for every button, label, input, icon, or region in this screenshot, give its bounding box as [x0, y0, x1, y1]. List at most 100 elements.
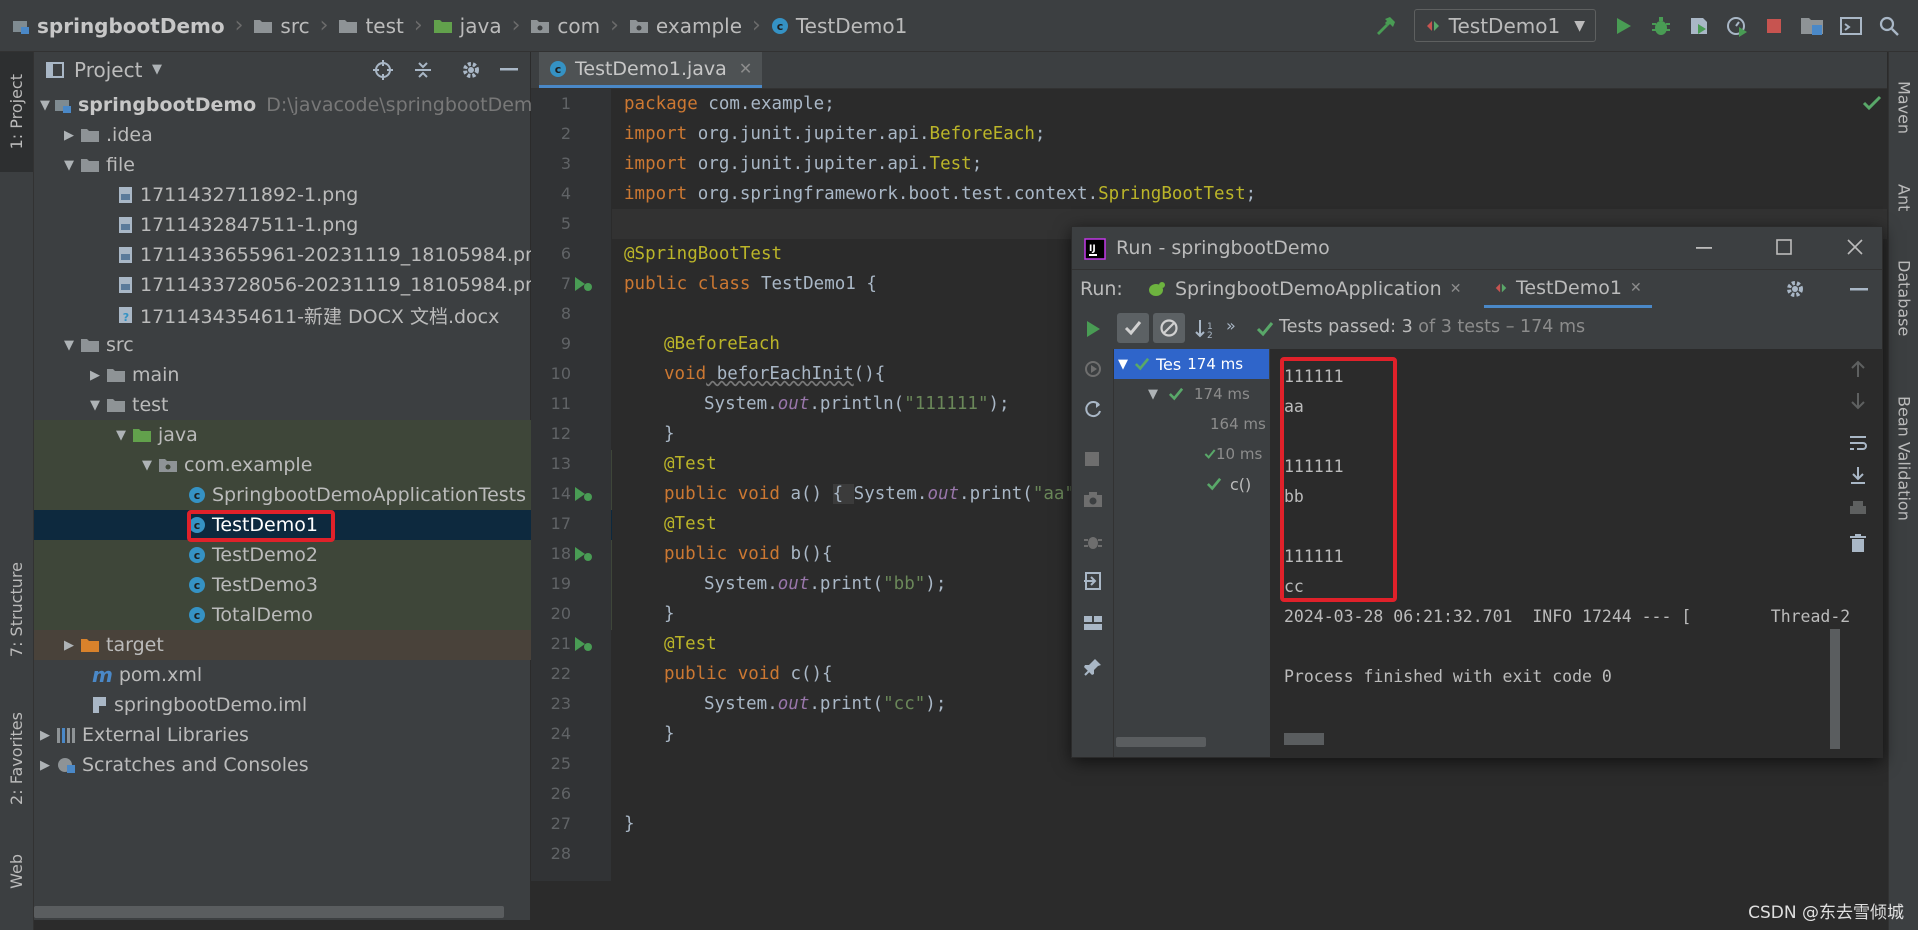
tool-tab-bean-validation[interactable]: Bean Validation — [1889, 378, 1918, 538]
tree-item-java[interactable]: ▼ java — [34, 420, 610, 450]
tool-tab-project[interactable]: 1: Project — [0, 52, 33, 172]
collapse-all-icon[interactable] — [412, 59, 434, 81]
close-icon[interactable]: ✕ — [1450, 281, 1462, 297]
show-ignored-toggle[interactable] — [1153, 313, 1185, 343]
tree-item-file-1[interactable]: 1711432711892-1.png — [34, 180, 610, 210]
print-icon[interactable] — [1848, 499, 1868, 519]
test-tree-scrollbar[interactable] — [1116, 737, 1206, 747]
breadcrumb-example[interactable]: example — [629, 14, 742, 38]
export-icon[interactable] — [1083, 571, 1103, 591]
gear-icon[interactable] — [460, 59, 482, 81]
minimize-icon[interactable] — [500, 68, 518, 72]
coverage-icon[interactable] — [1688, 15, 1710, 37]
minimize-window-icon[interactable] — [1696, 247, 1712, 250]
trash-icon[interactable] — [1848, 533, 1868, 553]
expanded-arrow-icon[interactable]: ▼ — [62, 158, 76, 173]
arrow-down-icon[interactable] — [1848, 391, 1868, 411]
tree-item-file-4[interactable]: 1711433728056-20231119_18105984.png.j — [34, 270, 610, 300]
pin-icon[interactable] — [1083, 657, 1103, 677]
breadcrumb-src[interactable]: src — [253, 14, 310, 38]
profile-icon[interactable] — [1726, 15, 1748, 37]
tree-item-file-5[interactable]: ? 1711434354611-新建 DOCX 文档.docx — [34, 300, 610, 330]
close-icon[interactable]: ✕ — [739, 59, 752, 78]
tool-tab-web[interactable]: Web — [0, 836, 33, 906]
rerun-failed-icon[interactable] — [1083, 359, 1103, 379]
sort-icon[interactable]: 12 — [1195, 318, 1217, 340]
test-tree-method-a[interactable]: 164 ms — [1114, 409, 1266, 439]
inspection-ok-icon[interactable] — [1862, 95, 1882, 111]
project-horizontal-scrollbar[interactable] — [34, 906, 504, 918]
run-test-gutter-icon[interactable] — [573, 275, 593, 293]
expanded-arrow-icon[interactable]: ▼ — [140, 458, 154, 473]
expanded-arrow-icon[interactable]: ▼ — [1148, 387, 1158, 402]
tree-item-src[interactable]: ▼ src — [34, 330, 558, 360]
collapsed-arrow-icon[interactable]: ▶ — [62, 128, 76, 143]
expanded-arrow-icon[interactable]: ▼ — [40, 98, 50, 113]
breadcrumb-test[interactable]: test — [338, 14, 404, 38]
test-tree-method-c[interactable]: c() — [1114, 469, 1251, 499]
tree-item-scratches[interactable]: ▶ Scratches and Consoles — [34, 750, 534, 780]
chevron-down-icon[interactable]: ▼ — [152, 62, 162, 77]
run-icon[interactable] — [1612, 15, 1634, 37]
breadcrumb-class[interactable]: c TestDemo1 — [771, 14, 907, 38]
project-panel-title[interactable]: Project — [74, 58, 142, 82]
scroll-to-end-icon[interactable] — [1848, 465, 1868, 485]
stop-icon[interactable] — [1084, 451, 1100, 467]
soft-wrap-icon[interactable] — [1848, 433, 1868, 453]
tree-item-pom[interactable]: m pom.xml — [34, 660, 584, 690]
minimize-icon[interactable] — [1850, 288, 1868, 292]
tree-item-main[interactable]: ▶ main — [34, 360, 584, 390]
tool-tab-favorites[interactable]: 2: Favorites — [0, 688, 33, 828]
layout-icon[interactable] — [1083, 615, 1103, 631]
tool-tab-ant[interactable]: Ant — [1889, 168, 1918, 228]
console-horizontal-scrollbar[interactable] — [1284, 733, 1324, 745]
tree-item-external-libraries[interactable]: ▶ External Libraries — [34, 720, 534, 750]
collapsed-arrow-icon[interactable]: ▶ — [38, 728, 52, 743]
gear-icon[interactable] — [1784, 278, 1806, 300]
tree-item-idea[interactable]: ▶ .idea — [34, 120, 558, 150]
more-chevrons-icon[interactable]: » — [1226, 316, 1236, 335]
tree-item-file-3[interactable]: 1711433655961-20231119_18105984.png.j — [34, 240, 610, 270]
collapsed-arrow-icon[interactable]: ▶ — [88, 368, 102, 383]
close-window-icon[interactable] — [1847, 239, 1863, 255]
tool-tab-database[interactable]: Database — [1889, 248, 1918, 348]
breadcrumb-java[interactable]: java — [433, 14, 502, 38]
toggle-autotest-icon[interactable] — [1083, 399, 1103, 419]
expanded-arrow-icon[interactable]: ▼ — [1118, 357, 1128, 372]
arrow-up-icon[interactable] — [1848, 359, 1868, 379]
tool-tab-structure[interactable]: 7: Structure — [0, 550, 33, 670]
expanded-arrow-icon[interactable]: ▼ — [88, 398, 102, 413]
tree-item-file-2[interactable]: 1711432847511-1.png — [34, 210, 610, 240]
camera-icon[interactable] — [1083, 491, 1103, 509]
expanded-arrow-icon[interactable]: ▼ — [62, 338, 76, 353]
locate-icon[interactable] — [372, 59, 394, 81]
console-vertical-scrollbar[interactable] — [1830, 629, 1840, 749]
collapsed-arrow-icon[interactable]: ▶ — [38, 758, 52, 773]
search-icon[interactable] — [1878, 15, 1900, 37]
run-tab-testdemo1[interactable]: TestDemo1 ✕ — [1484, 270, 1652, 308]
collapsed-arrow-icon[interactable]: ▶ — [62, 638, 76, 653]
tree-item-iml[interactable]: springbootDemo.iml — [34, 690, 584, 720]
test-tree-class[interactable]: ▼ 174 ms — [1114, 379, 1250, 409]
run-window-titlebar[interactable]: IJ Run - springbootDemo — [1072, 227, 1882, 270]
project-structure-icon[interactable] — [1800, 15, 1824, 37]
rerun-icon[interactable] — [1083, 319, 1103, 339]
tree-item-file[interactable]: ▼ file — [34, 150, 558, 180]
breadcrumb-project[interactable]: springbootDemo — [12, 14, 225, 38]
breadcrumb-com[interactable]: com — [530, 14, 600, 38]
test-tree-root[interactable]: ▼ Tes 174 ms — [1114, 349, 1269, 379]
debug-bug-icon[interactable] — [1083, 531, 1103, 551]
debug-icon[interactable] — [1650, 15, 1672, 37]
tree-item-target[interactable]: ▶ target — [34, 630, 558, 660]
build-hammer-icon[interactable] — [1374, 14, 1398, 38]
editor-tab-testdemo1[interactable]: c TestDemo1.java ✕ — [539, 52, 763, 88]
tool-tab-maven[interactable]: Maven — [1889, 58, 1918, 158]
run-configuration-select[interactable]: TestDemo1 ▼ — [1413, 9, 1596, 42]
run-test-gutter-icon[interactable] — [573, 485, 593, 503]
run-test-gutter-icon[interactable] — [573, 545, 593, 563]
stop-icon[interactable] — [1764, 16, 1784, 36]
run-test-gutter-icon[interactable] — [573, 635, 593, 653]
close-icon[interactable]: ✕ — [1630, 280, 1642, 296]
test-tree-method-b[interactable]: 10 ms — [1114, 439, 1262, 469]
tree-item-project-root[interactable]: ▼ springbootDemo D:\javacode\springbootD… — [34, 90, 536, 120]
